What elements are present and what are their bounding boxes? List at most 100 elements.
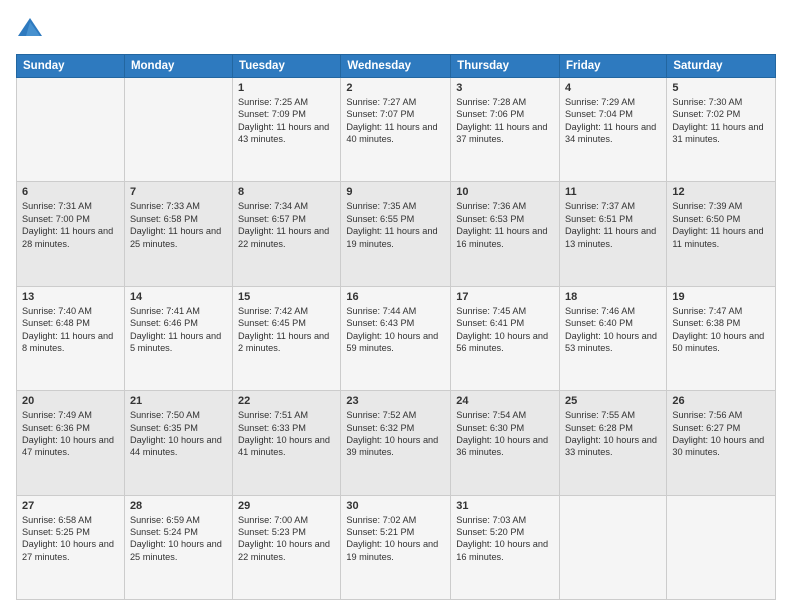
calendar-cell: 10 Sunrise: 7:36 AM Sunset: 6:53 PM Dayli… bbox=[451, 182, 560, 286]
cell-info: Sunrise: 7:51 AM Sunset: 6:33 PM Dayligh… bbox=[238, 409, 335, 459]
cell-info: Sunrise: 7:30 AM Sunset: 7:02 PM Dayligh… bbox=[672, 96, 770, 146]
calendar-cell: 24 Sunrise: 7:54 AM Sunset: 6:30 PM Dayli… bbox=[451, 391, 560, 495]
weekday-header-tuesday: Tuesday bbox=[233, 55, 341, 78]
cell-info: Sunrise: 7:50 AM Sunset: 6:35 PM Dayligh… bbox=[130, 409, 227, 459]
cell-info: Sunrise: 7:42 AM Sunset: 6:45 PM Dayligh… bbox=[238, 305, 335, 355]
day-number: 10 bbox=[456, 186, 554, 198]
calendar-header: SundayMondayTuesdayWednesdayThursdayFrid… bbox=[17, 55, 776, 78]
calendar-cell: 28 Sunrise: 6:59 AM Sunset: 5:24 PM Dayli… bbox=[124, 495, 232, 599]
calendar-cell: 18 Sunrise: 7:46 AM Sunset: 6:40 PM Dayli… bbox=[560, 286, 667, 390]
day-number: 24 bbox=[456, 395, 554, 407]
cell-info: Sunrise: 7:28 AM Sunset: 7:06 PM Dayligh… bbox=[456, 96, 554, 146]
day-number: 4 bbox=[565, 82, 661, 94]
page: SundayMondayTuesdayWednesdayThursdayFrid… bbox=[0, 0, 792, 612]
calendar-cell: 2Sunrise: 7:27 AM Sunset: 7:07 PM Daylig… bbox=[341, 78, 451, 182]
calendar-cell: 8 Sunrise: 7:34 AM Sunset: 6:57 PM Daylig… bbox=[233, 182, 341, 286]
day-number: 13 bbox=[22, 291, 119, 303]
cell-info: Sunrise: 7:44 AM Sunset: 6:43 PM Dayligh… bbox=[346, 305, 445, 355]
day-number: 18 bbox=[565, 291, 661, 303]
calendar-cell: 7 Sunrise: 7:33 AM Sunset: 6:58 PM Daylig… bbox=[124, 182, 232, 286]
cell-info: Sunrise: 7:27 AM Sunset: 7:07 PM Dayligh… bbox=[346, 96, 445, 146]
day-number: 25 bbox=[565, 395, 661, 407]
calendar-cell: 25 Sunrise: 7:55 AM Sunset: 6:28 PM Dayli… bbox=[560, 391, 667, 495]
calendar-cell: 31 Sunrise: 7:03 AM Sunset: 5:20 PM Dayli… bbox=[451, 495, 560, 599]
cell-info: Sunrise: 7:36 AM Sunset: 6:53 PM Dayligh… bbox=[456, 200, 554, 250]
day-number: 23 bbox=[346, 395, 445, 407]
calendar-cell: 11Sunrise: 7:37 AM Sunset: 6:51 PM Dayli… bbox=[560, 182, 667, 286]
calendar-body: 1Sunrise: 7:25 AM Sunset: 7:09 PM Daylig… bbox=[17, 78, 776, 600]
cell-info: Sunrise: 7:25 AM Sunset: 7:09 PM Dayligh… bbox=[238, 96, 335, 146]
day-number: 31 bbox=[456, 500, 554, 512]
weekday-header-sunday: Sunday bbox=[17, 55, 125, 78]
calendar-cell: 20 Sunrise: 7:49 AM Sunset: 6:36 PM Dayli… bbox=[17, 391, 125, 495]
day-number: 6 bbox=[22, 186, 119, 198]
calendar-cell: 21Sunrise: 7:50 AM Sunset: 6:35 PM Dayli… bbox=[124, 391, 232, 495]
calendar-cell bbox=[667, 495, 776, 599]
cell-info: Sunrise: 6:59 AM Sunset: 5:24 PM Dayligh… bbox=[130, 514, 227, 564]
calendar-cell: 16 Sunrise: 7:44 AM Sunset: 6:43 PM Dayli… bbox=[341, 286, 451, 390]
calendar-cell: 15Sunrise: 7:42 AM Sunset: 6:45 PM Dayli… bbox=[233, 286, 341, 390]
calendar-cell: 4 Sunrise: 7:29 AM Sunset: 7:04 PM Daylig… bbox=[560, 78, 667, 182]
weekday-header-saturday: Saturday bbox=[667, 55, 776, 78]
weekday-header-thursday: Thursday bbox=[451, 55, 560, 78]
calendar-cell: 5 Sunrise: 7:30 AM Sunset: 7:02 PM Daylig… bbox=[667, 78, 776, 182]
day-number: 27 bbox=[22, 500, 119, 512]
day-number: 3 bbox=[456, 82, 554, 94]
logo bbox=[16, 16, 48, 44]
calendar-cell: 26Sunrise: 7:56 AM Sunset: 6:27 PM Dayli… bbox=[667, 391, 776, 495]
calendar-cell: 30Sunrise: 7:02 AM Sunset: 5:21 PM Dayli… bbox=[341, 495, 451, 599]
logo-icon bbox=[16, 16, 44, 44]
day-number: 5 bbox=[672, 82, 770, 94]
cell-info: Sunrise: 7:41 AM Sunset: 6:46 PM Dayligh… bbox=[130, 305, 227, 355]
calendar-week-2: 6Sunrise: 7:31 AM Sunset: 7:00 PM Daylig… bbox=[17, 182, 776, 286]
calendar-cell: 9 Sunrise: 7:35 AM Sunset: 6:55 PM Daylig… bbox=[341, 182, 451, 286]
day-number: 14 bbox=[130, 291, 227, 303]
cell-info: Sunrise: 6:58 AM Sunset: 5:25 PM Dayligh… bbox=[22, 514, 119, 564]
day-number: 8 bbox=[238, 186, 335, 198]
calendar-cell bbox=[17, 78, 125, 182]
calendar-cell: 22 Sunrise: 7:51 AM Sunset: 6:33 PM Dayli… bbox=[233, 391, 341, 495]
day-number: 20 bbox=[22, 395, 119, 407]
calendar-cell: 3 Sunrise: 7:28 AM Sunset: 7:06 PM Daylig… bbox=[451, 78, 560, 182]
cell-info: Sunrise: 7:39 AM Sunset: 6:50 PM Dayligh… bbox=[672, 200, 770, 250]
day-number: 22 bbox=[238, 395, 335, 407]
calendar-cell: 12 Sunrise: 7:39 AM Sunset: 6:50 PM Dayli… bbox=[667, 182, 776, 286]
calendar-cell bbox=[560, 495, 667, 599]
calendar-cell: 29Sunrise: 7:00 AM Sunset: 5:23 PM Dayli… bbox=[233, 495, 341, 599]
cell-info: Sunrise: 7:33 AM Sunset: 6:58 PM Dayligh… bbox=[130, 200, 227, 250]
weekday-header-friday: Friday bbox=[560, 55, 667, 78]
day-number: 19 bbox=[672, 291, 770, 303]
cell-info: Sunrise: 7:49 AM Sunset: 6:36 PM Dayligh… bbox=[22, 409, 119, 459]
cell-info: Sunrise: 7:52 AM Sunset: 6:32 PM Dayligh… bbox=[346, 409, 445, 459]
cell-info: Sunrise: 7:46 AM Sunset: 6:40 PM Dayligh… bbox=[565, 305, 661, 355]
weekday-header-wednesday: Wednesday bbox=[341, 55, 451, 78]
day-number: 17 bbox=[456, 291, 554, 303]
cell-info: Sunrise: 7:45 AM Sunset: 6:41 PM Dayligh… bbox=[456, 305, 554, 355]
day-number: 12 bbox=[672, 186, 770, 198]
calendar-week-4: 20 Sunrise: 7:49 AM Sunset: 6:36 PM Dayli… bbox=[17, 391, 776, 495]
day-number: 9 bbox=[346, 186, 445, 198]
weekday-header-monday: Monday bbox=[124, 55, 232, 78]
calendar-cell: 13Sunrise: 7:40 AM Sunset: 6:48 PM Dayli… bbox=[17, 286, 125, 390]
cell-info: Sunrise: 7:54 AM Sunset: 6:30 PM Dayligh… bbox=[456, 409, 554, 459]
calendar-cell bbox=[124, 78, 232, 182]
day-number: 30 bbox=[346, 500, 445, 512]
calendar-week-5: 27 Sunrise: 6:58 AM Sunset: 5:25 PM Dayli… bbox=[17, 495, 776, 599]
cell-info: Sunrise: 7:34 AM Sunset: 6:57 PM Dayligh… bbox=[238, 200, 335, 250]
day-number: 16 bbox=[346, 291, 445, 303]
cell-info: Sunrise: 7:47 AM Sunset: 6:38 PM Dayligh… bbox=[672, 305, 770, 355]
day-number: 11 bbox=[565, 186, 661, 198]
calendar-cell: 1Sunrise: 7:25 AM Sunset: 7:09 PM Daylig… bbox=[233, 78, 341, 182]
calendar-week-1: 1Sunrise: 7:25 AM Sunset: 7:09 PM Daylig… bbox=[17, 78, 776, 182]
calendar-week-3: 13Sunrise: 7:40 AM Sunset: 6:48 PM Dayli… bbox=[17, 286, 776, 390]
cell-info: Sunrise: 7:55 AM Sunset: 6:28 PM Dayligh… bbox=[565, 409, 661, 459]
cell-info: Sunrise: 7:00 AM Sunset: 5:23 PM Dayligh… bbox=[238, 514, 335, 564]
cell-info: Sunrise: 7:29 AM Sunset: 7:04 PM Dayligh… bbox=[565, 96, 661, 146]
day-number: 7 bbox=[130, 186, 227, 198]
cell-info: Sunrise: 7:03 AM Sunset: 5:20 PM Dayligh… bbox=[456, 514, 554, 564]
cell-info: Sunrise: 7:35 AM Sunset: 6:55 PM Dayligh… bbox=[346, 200, 445, 250]
calendar-cell: 14 Sunrise: 7:41 AM Sunset: 6:46 PM Dayli… bbox=[124, 286, 232, 390]
calendar-cell: 17 Sunrise: 7:45 AM Sunset: 6:41 PM Dayli… bbox=[451, 286, 560, 390]
day-number: 28 bbox=[130, 500, 227, 512]
calendar-cell: 19 Sunrise: 7:47 AM Sunset: 6:38 PM Dayli… bbox=[667, 286, 776, 390]
